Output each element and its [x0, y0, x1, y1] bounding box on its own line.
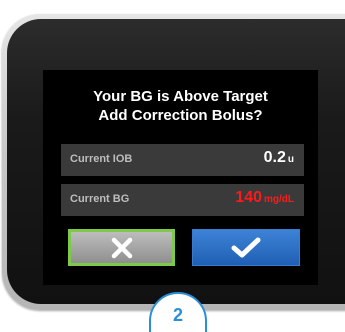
- x-icon: [111, 237, 132, 258]
- current-iob-value: 0.2 u: [264, 149, 294, 167]
- current-iob-row: Current IOB 0.2 u: [61, 144, 304, 176]
- canvas: Your BG is Above Target Add Correction B…: [0, 0, 345, 332]
- current-bg-row: Current BG 140 mg/dL: [61, 184, 304, 216]
- current-iob-number: 0.2: [263, 149, 286, 166]
- current-bg-number: 140: [235, 189, 262, 206]
- dialog-title-line1: Your BG is Above Target: [93, 88, 268, 105]
- confirm-button[interactable]: [192, 229, 300, 266]
- step-number: 2: [172, 305, 183, 325]
- checkmark-icon: [231, 237, 261, 257]
- current-bg-unit: mg/dL: [264, 194, 294, 205]
- current-iob-unit: u: [287, 154, 294, 165]
- current-iob-label: Current IOB: [70, 153, 133, 165]
- dialog-title: Your BG is Above Target Add Correction B…: [43, 87, 318, 125]
- dialog-title-line2: Add Correction Bolus?: [98, 107, 263, 124]
- current-bg-label: Current BG: [70, 193, 130, 205]
- cancel-button[interactable]: [68, 229, 175, 266]
- current-bg-value: 140 mg/dL: [235, 189, 294, 207]
